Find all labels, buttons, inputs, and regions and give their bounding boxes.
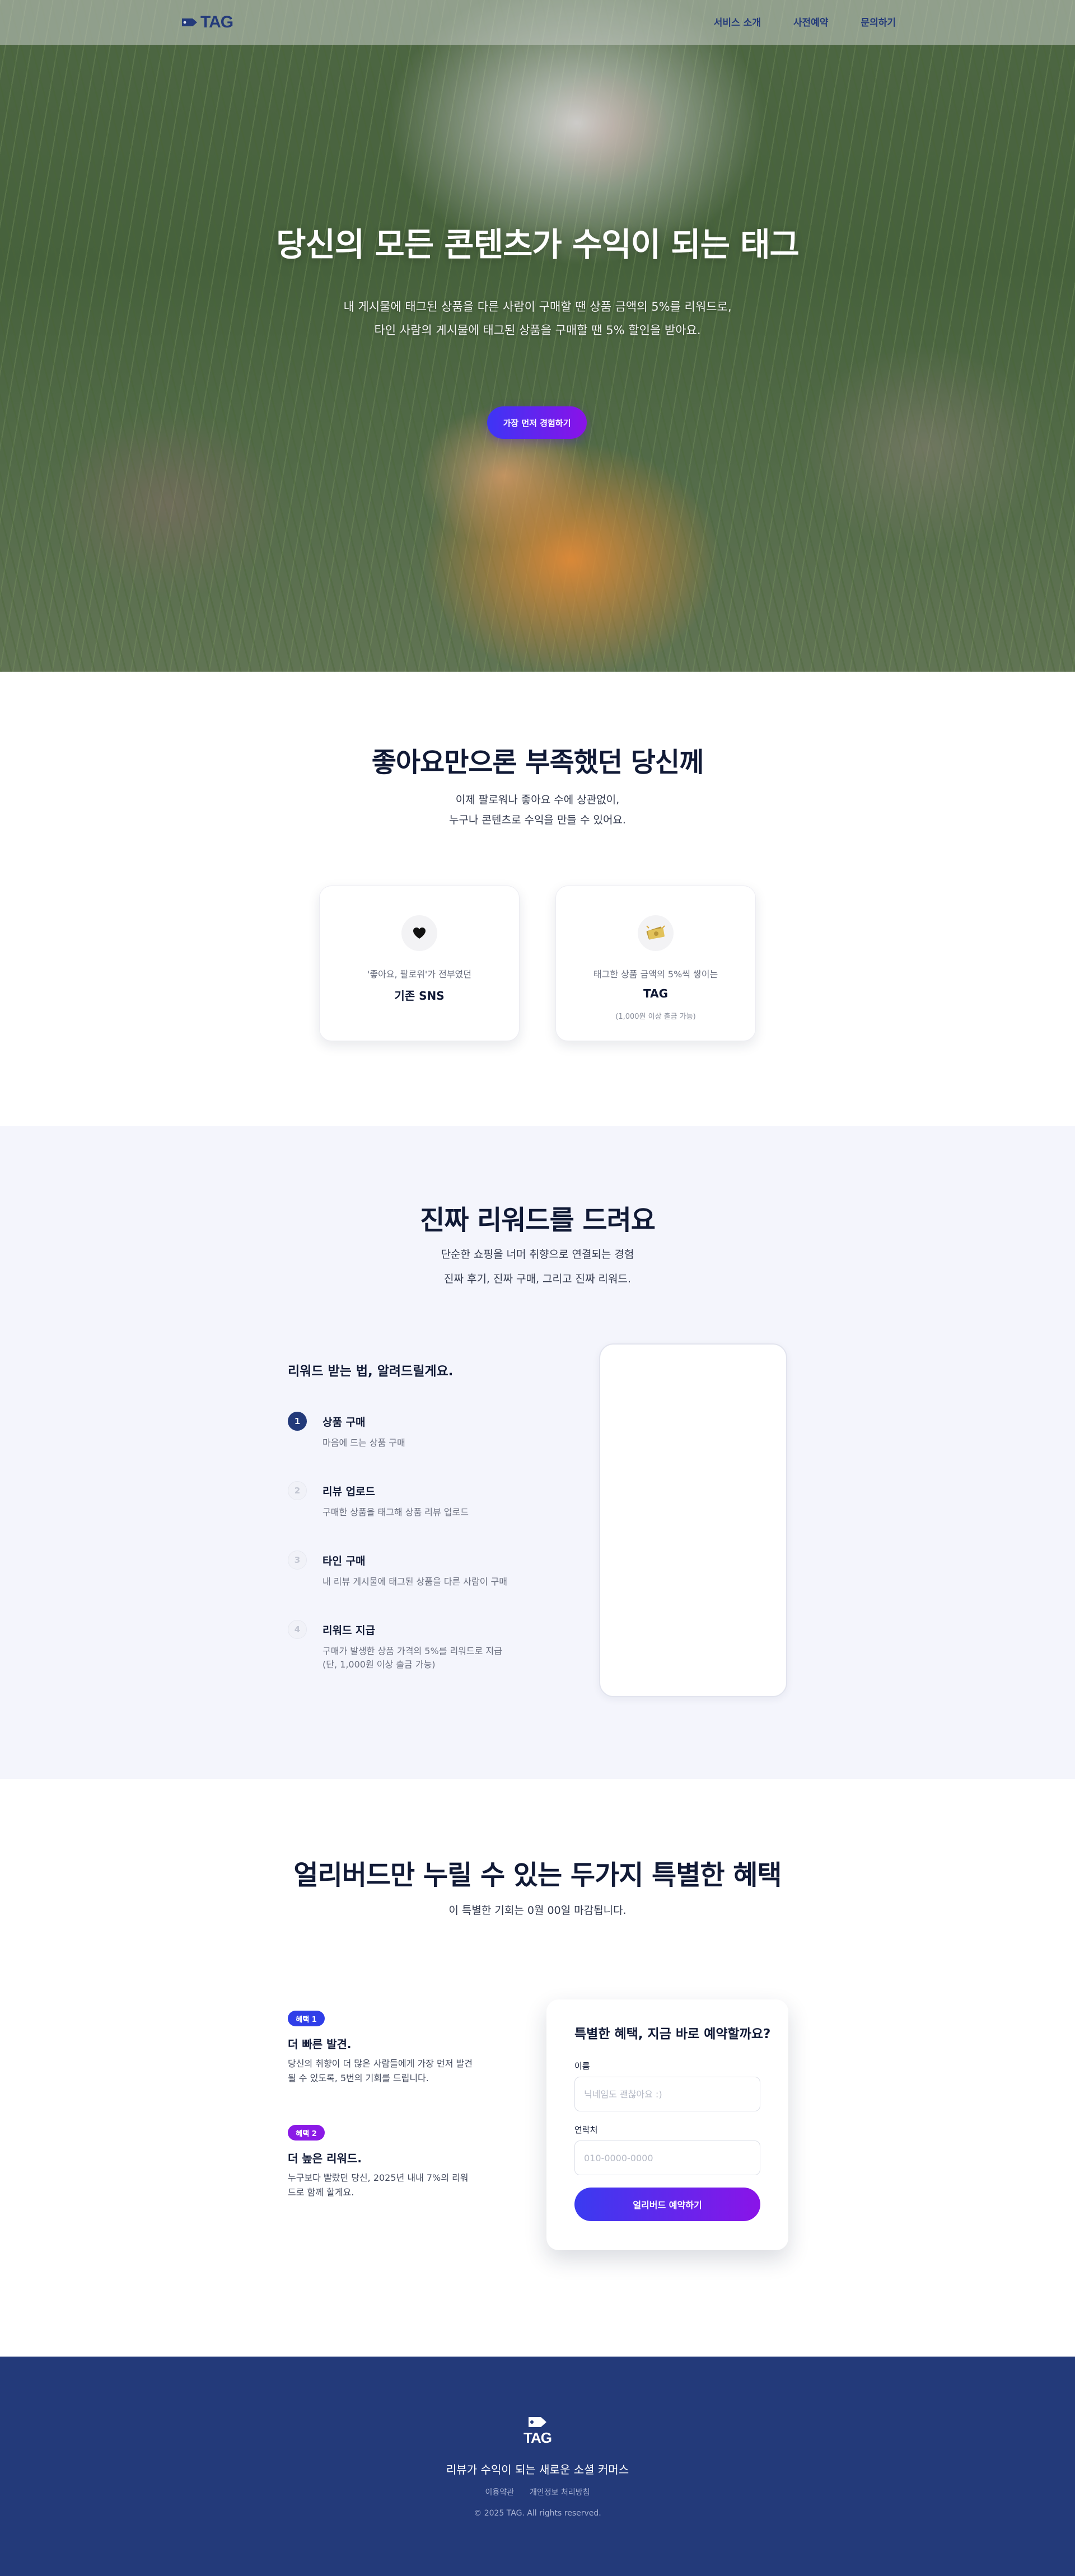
hero-cta-button[interactable]: 가장 먼저 경험하기 bbox=[487, 406, 587, 439]
earlybird-submit-button[interactable]: 얼리버드 예약하기 bbox=[574, 2188, 760, 2221]
form-title: 특별한 혜택, 지금 바로 예약할까요? bbox=[574, 2027, 771, 2041]
rewards-section: 진짜 리워드를 드려요 단순한 쇼핑을 너머 취향으로 연결되는 경험 진짜 후… bbox=[0, 1126, 1075, 1779]
step-number: 3 bbox=[288, 1551, 307, 1570]
money-icon bbox=[638, 915, 674, 951]
rewards-subtitle-line1: 단순한 쇼핑을 너머 취향으로 연결되는 경험 bbox=[441, 1248, 634, 1261]
header-logo[interactable]: TAG bbox=[180, 12, 233, 32]
footer-tagline: 리뷰가 수익이 되는 새로운 소셜 커머스 bbox=[446, 2463, 629, 2476]
nav-item-contact[interactable]: 문의하기 bbox=[861, 15, 896, 29]
footer-link-terms[interactable]: 이용약관 bbox=[485, 2486, 514, 2498]
reservation-form: 특별한 혜택, 지금 바로 예약할까요? 이름 연락처 얼리버드 예약하기 bbox=[546, 1999, 788, 2250]
footer-logo: TAG bbox=[521, 2414, 554, 2447]
name-label: 이름 bbox=[574, 2061, 590, 2071]
heart-icon bbox=[401, 915, 437, 951]
benefit-desc: 누구보다 빨랐던 당신, 2025년 내내 7%의 리워드로 함께 할게요. bbox=[288, 2172, 469, 2198]
earlybird-subtitle: 이 특별한 기회는 0월 00일 마감됩니다. bbox=[448, 1904, 627, 1917]
earlybird-title: 얼리버드만 누릴 수 있는 두가지 특별한 혜택 bbox=[293, 1860, 782, 1891]
footer-copyright: © 2025 TAG. All rights reserved. bbox=[474, 2509, 601, 2518]
steps-heading: 리워드 받는 법, 알려드릴게요. bbox=[288, 1364, 454, 1379]
phone-input[interactable] bbox=[574, 2141, 760, 2175]
tag-logo-icon bbox=[182, 18, 197, 26]
step-desc: 구매한 상품을 태그해 상품 리뷰 업로드 bbox=[322, 1507, 469, 1518]
nav-item-service-intro[interactable]: 서비스 소개 bbox=[714, 15, 761, 29]
hero-section: 당신의 모든 콘텐츠가 수익이 되는 태그 내 게시물에 태그된 상품을 다른 … bbox=[0, 0, 1075, 672]
step-title: 리뷰 업로드 bbox=[322, 1486, 376, 1498]
compare-title: 좋아요만으론 부족했던 당신께 bbox=[371, 747, 704, 778]
benefit-title: 더 빠른 발견. bbox=[288, 2038, 352, 2051]
hero-subtitle-line1: 내 게시물에 태그된 상품을 다른 사람이 구매할 땐 상품 금액의 5%를 리… bbox=[343, 300, 732, 313]
tag-logo-icon bbox=[529, 2417, 546, 2427]
card-tag: 태그한 상품 금액의 5%씩 쌓이는 TAG (1,000원 이상 출금 가능) bbox=[555, 886, 756, 1041]
rewards-title: 진짜 리워드를 드려요 bbox=[420, 1205, 656, 1236]
phone-label: 연락처 bbox=[574, 2125, 598, 2135]
site-footer: TAG 리뷰가 수익이 되는 새로운 소셜 커머스 이용약관 개인정보 처리방침… bbox=[0, 2357, 1075, 2576]
step-title: 타인 구매 bbox=[322, 1555, 366, 1567]
step-number: 4 bbox=[288, 1620, 307, 1639]
card-note: (1,000원 이상 출금 가능) bbox=[615, 1013, 696, 1021]
step-desc: 구매가 발생한 상품 가격의 5%를 리워드로 지급 (단, 1,000원 이상… bbox=[322, 1646, 502, 1670]
step-desc: 내 리뷰 게시물에 태그된 상품을 다른 사람이 구매 bbox=[322, 1576, 508, 1587]
step-number: 2 bbox=[288, 1481, 307, 1500]
hero-subtitle-line2: 타인 사람의 게시물에 태그된 상품을 구매할 땐 5% 할인을 받아요. bbox=[374, 324, 701, 337]
benefit-badge: 혜택 1 bbox=[288, 2011, 325, 2026]
benefit-desc: 당신의 취향이 더 많은 사람들에게 가장 먼저 발견될 수 있도록, 5번의 … bbox=[288, 2058, 473, 2083]
card-caption: 태그한 상품 금액의 5%씩 쌓이는 bbox=[593, 969, 718, 980]
rewards-subtitle-line2: 진짜 후기, 진짜 구매, 그리고 진짜 리워드. bbox=[443, 1273, 632, 1285]
step-desc: 마음에 드는 상품 구매 bbox=[322, 1437, 405, 1448]
card-caption: '좋아요, 팔로워'가 전부였던 bbox=[367, 969, 471, 980]
hero-title: 당신의 모든 콘텐츠가 수익이 되는 태그 bbox=[276, 226, 800, 264]
footer-links: 이용약관 개인정보 처리방침 bbox=[0, 2486, 1075, 2498]
footer-logo-text: TAG bbox=[524, 2429, 552, 2446]
card-title: 기존 SNS bbox=[394, 989, 445, 1003]
benefit-badge: 혜택 2 bbox=[288, 2125, 325, 2141]
card-title: TAG bbox=[643, 987, 668, 1000]
site-header: TAG 서비스 소개 사전예약 문의하기 bbox=[0, 0, 1075, 45]
footer-link-privacy[interactable]: 개인정보 처리방침 bbox=[530, 2486, 590, 2498]
name-input[interactable] bbox=[574, 2077, 760, 2111]
card-legacy-sns: '좋아요, 팔로워'가 전부였던 기존 SNS bbox=[319, 886, 520, 1041]
step-title: 상품 구매 bbox=[322, 1416, 366, 1428]
main-nav: 서비스 소개 사전예약 문의하기 bbox=[714, 15, 896, 29]
step-number: 1 bbox=[288, 1412, 307, 1431]
benefit-title: 더 높은 리워드. bbox=[288, 2152, 362, 2165]
step-title: 리워드 지급 bbox=[322, 1624, 376, 1637]
header-logo-text: TAG bbox=[200, 13, 233, 31]
compare-subtitle-line1: 이제 팔로워나 좋아요 수에 상관없이, bbox=[455, 794, 620, 806]
phone-mockup bbox=[599, 1343, 787, 1697]
nav-item-preorder[interactable]: 사전예약 bbox=[793, 15, 829, 29]
compare-subtitle-line2: 누구나 콘텐츠로 수익을 만들 수 있어요. bbox=[449, 814, 626, 826]
